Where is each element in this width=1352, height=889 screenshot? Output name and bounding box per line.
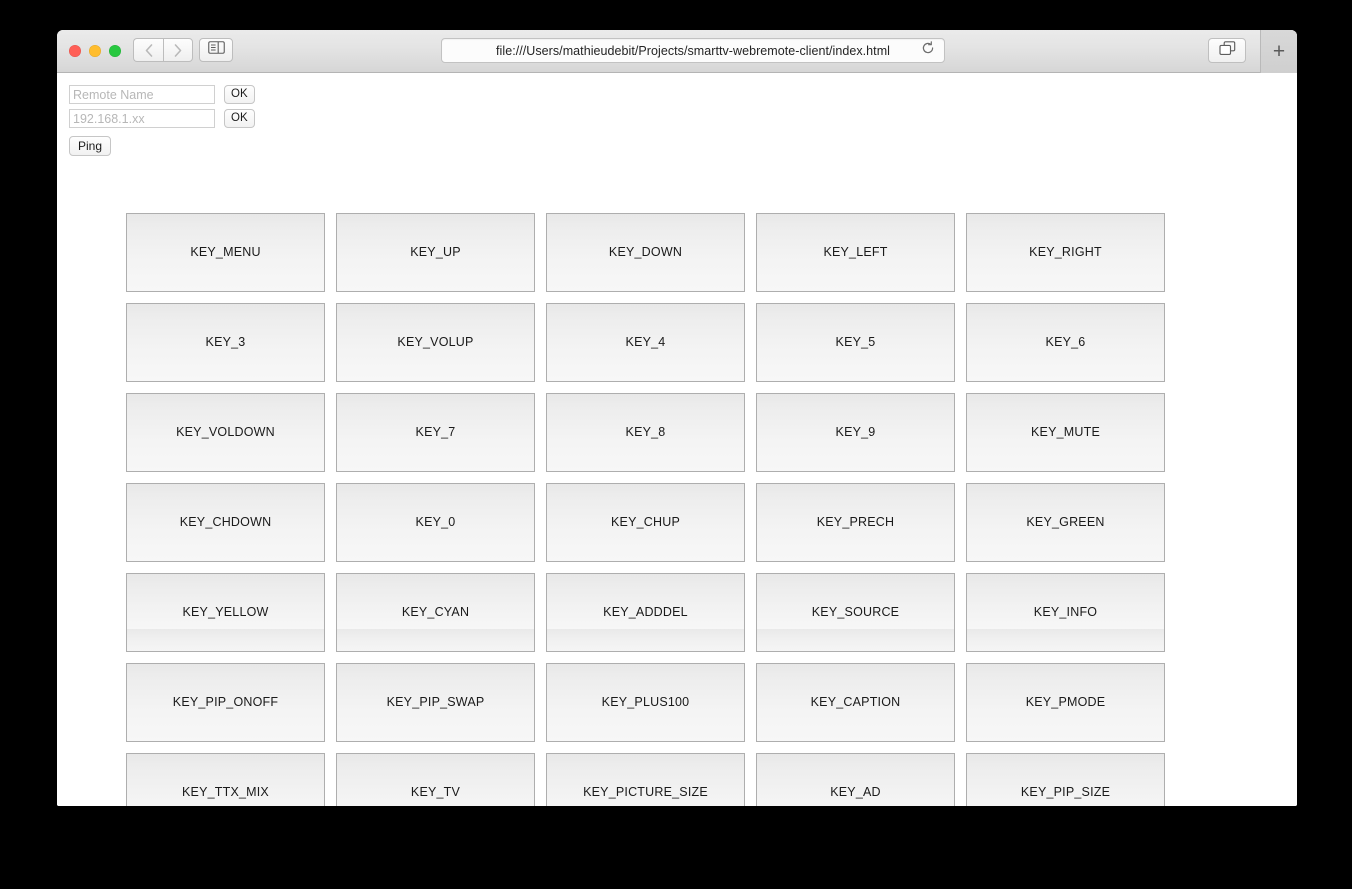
remote-key-row: KEY_CHDOWN KEY_0 KEY_CHUP KEY_PRECH KEY_GREE… [126, 483, 1166, 562]
remote-key-key_picture_size[interactable]: KEY_PICTURE_SIZE [546, 753, 745, 806]
remote-key-key_ttx_mix[interactable]: KEY_TTX_MIX [126, 753, 325, 806]
remote-key-key_menu[interactable]: KEY_MENU [126, 213, 325, 292]
remote-name-ok-button[interactable]: OK [224, 85, 255, 104]
remote-key-key_pip_onoff[interactable]: KEY_PIP_ONOFF [126, 663, 325, 742]
remote-key-key_pip_swap[interactable]: KEY_PIP_SWAP [336, 663, 535, 742]
remote-key-key_up[interactable]: KEY_UP [336, 213, 535, 292]
browser-window: file:///Users/mathieudebit/Projects/smar… [57, 30, 1297, 806]
remote-key-grid: KEY_MENU KEY_UP KEY_DOWN KEY_LEFT KEY_RIGHT K… [126, 213, 1166, 806]
remote-key-row: KEY_PIP_ONOFF KEY_PIP_SWAP KEY_PLUS100 KEY_… [126, 663, 1166, 742]
minimize-window-button[interactable] [89, 45, 101, 57]
remote-key-key_8[interactable]: KEY_8 [546, 393, 745, 472]
screen: file:///Users/mathieudebit/Projects/smar… [0, 0, 1352, 889]
page-content: OK OK Ping KEY_MENUKEY_UPKEY_DOWNKEY_LEF… [57, 73, 1297, 806]
remote-key-key_yellow[interactable]: KEY_YELLOW [126, 573, 325, 652]
browser-toolbar: file:///Users/mathieudebit/Projects/smar… [57, 30, 1297, 73]
reload-button[interactable] [920, 41, 936, 60]
remote-key-row: KEY_TTX_MIX KEY_TV KEY_PICTURE_SIZE KEY_AD K… [126, 753, 1166, 806]
remote-key-key_ad[interactable]: KEY_AD [756, 753, 955, 806]
remote-key-key_mute[interactable]: KEY_MUTE [966, 393, 1165, 472]
reload-icon [921, 41, 935, 60]
remote-key-key_pip_size[interactable]: KEY_PIP_SIZE [966, 753, 1165, 806]
tab-overview-icon [1218, 40, 1236, 61]
zoom-window-button[interactable] [109, 45, 121, 57]
ip-address-row: OK [69, 109, 1297, 128]
remote-key-key_pmode[interactable]: KEY_PMODE [966, 663, 1165, 742]
back-button[interactable] [133, 38, 163, 62]
remote-key-key_0[interactable]: KEY_0 [336, 483, 535, 562]
remote-key-key_adddel[interactable]: KEY_ADDDEL [546, 573, 745, 652]
show-sidebar-button[interactable] [199, 38, 233, 62]
remote-key-key_source[interactable]: KEY_SOURCE [756, 573, 955, 652]
forward-button[interactable] [163, 38, 193, 62]
chevron-right-icon [174, 43, 182, 57]
show-all-tabs-button[interactable] [1208, 38, 1246, 63]
navigation-buttons [133, 38, 193, 62]
window-controls [69, 45, 121, 57]
chevron-left-icon [145, 43, 153, 57]
remote-key-row: KEY_MENU KEY_UP KEY_DOWN KEY_LEFT KEY_RIGHT [126, 213, 1166, 292]
remote-key-key_info[interactable]: KEY_INFO [966, 573, 1165, 652]
remote-key-row: KEY_VOLDOWN KEY_7 KEY_8 KEY_9 KEY_MUTE [126, 393, 1166, 472]
remote-key-key_volup[interactable]: KEY_VOLUP [336, 303, 535, 382]
close-window-button[interactable] [69, 45, 81, 57]
remote-key-key_5[interactable]: KEY_5 [756, 303, 955, 382]
remote-name-row: OK [69, 85, 1297, 104]
remote-name-input[interactable] [69, 85, 215, 104]
remote-key-row: KEY_3 KEY_VOLUP KEY_4 KEY_5 KEY_6 [126, 303, 1166, 382]
remote-key-key_4[interactable]: KEY_4 [546, 303, 745, 382]
remote-key-key_cyan[interactable]: KEY_CYAN [336, 573, 535, 652]
sidebar-icon [207, 41, 225, 59]
remote-key-key_down[interactable]: KEY_DOWN [546, 213, 745, 292]
remote-key-key_voldown[interactable]: KEY_VOLDOWN [126, 393, 325, 472]
remote-key-key_plus100[interactable]: KEY_PLUS100 [546, 663, 745, 742]
ping-button[interactable]: Ping [69, 136, 112, 156]
ping-row: Ping [69, 136, 1297, 156]
ip-address-input[interactable] [69, 109, 215, 128]
remote-key-key_7[interactable]: KEY_7 [336, 393, 535, 472]
remote-key-key_caption[interactable]: KEY_CAPTION [756, 663, 955, 742]
remote-key-key_tv[interactable]: KEY_TV [336, 753, 535, 806]
new-tab-button[interactable]: + [1260, 30, 1297, 73]
address-bar[interactable]: file:///Users/mathieudebit/Projects/smar… [441, 38, 945, 63]
remote-key-key_3[interactable]: KEY_3 [126, 303, 325, 382]
remote-key-key_right[interactable]: KEY_RIGHT [966, 213, 1165, 292]
remote-key-key_left[interactable]: KEY_LEFT [756, 213, 955, 292]
remote-key-key_prech[interactable]: KEY_PRECH [756, 483, 955, 562]
remote-key-row: KEY_YELLOW KEY_CYAN KEY_ADDDEL KEY_SOURCE KE… [126, 573, 1166, 652]
remote-key-key_chup[interactable]: KEY_CHUP [546, 483, 745, 562]
remote-key-key_green[interactable]: KEY_GREEN [966, 483, 1165, 562]
remote-key-key_9[interactable]: KEY_9 [756, 393, 955, 472]
remote-key-key_6[interactable]: KEY_6 [966, 303, 1165, 382]
address-bar-url: file:///Users/mathieudebit/Projects/smar… [496, 43, 890, 58]
plus-icon: + [1272, 40, 1286, 63]
ip-address-ok-button[interactable]: OK [224, 109, 255, 128]
remote-key-key_chdown[interactable]: KEY_CHDOWN [126, 483, 325, 562]
